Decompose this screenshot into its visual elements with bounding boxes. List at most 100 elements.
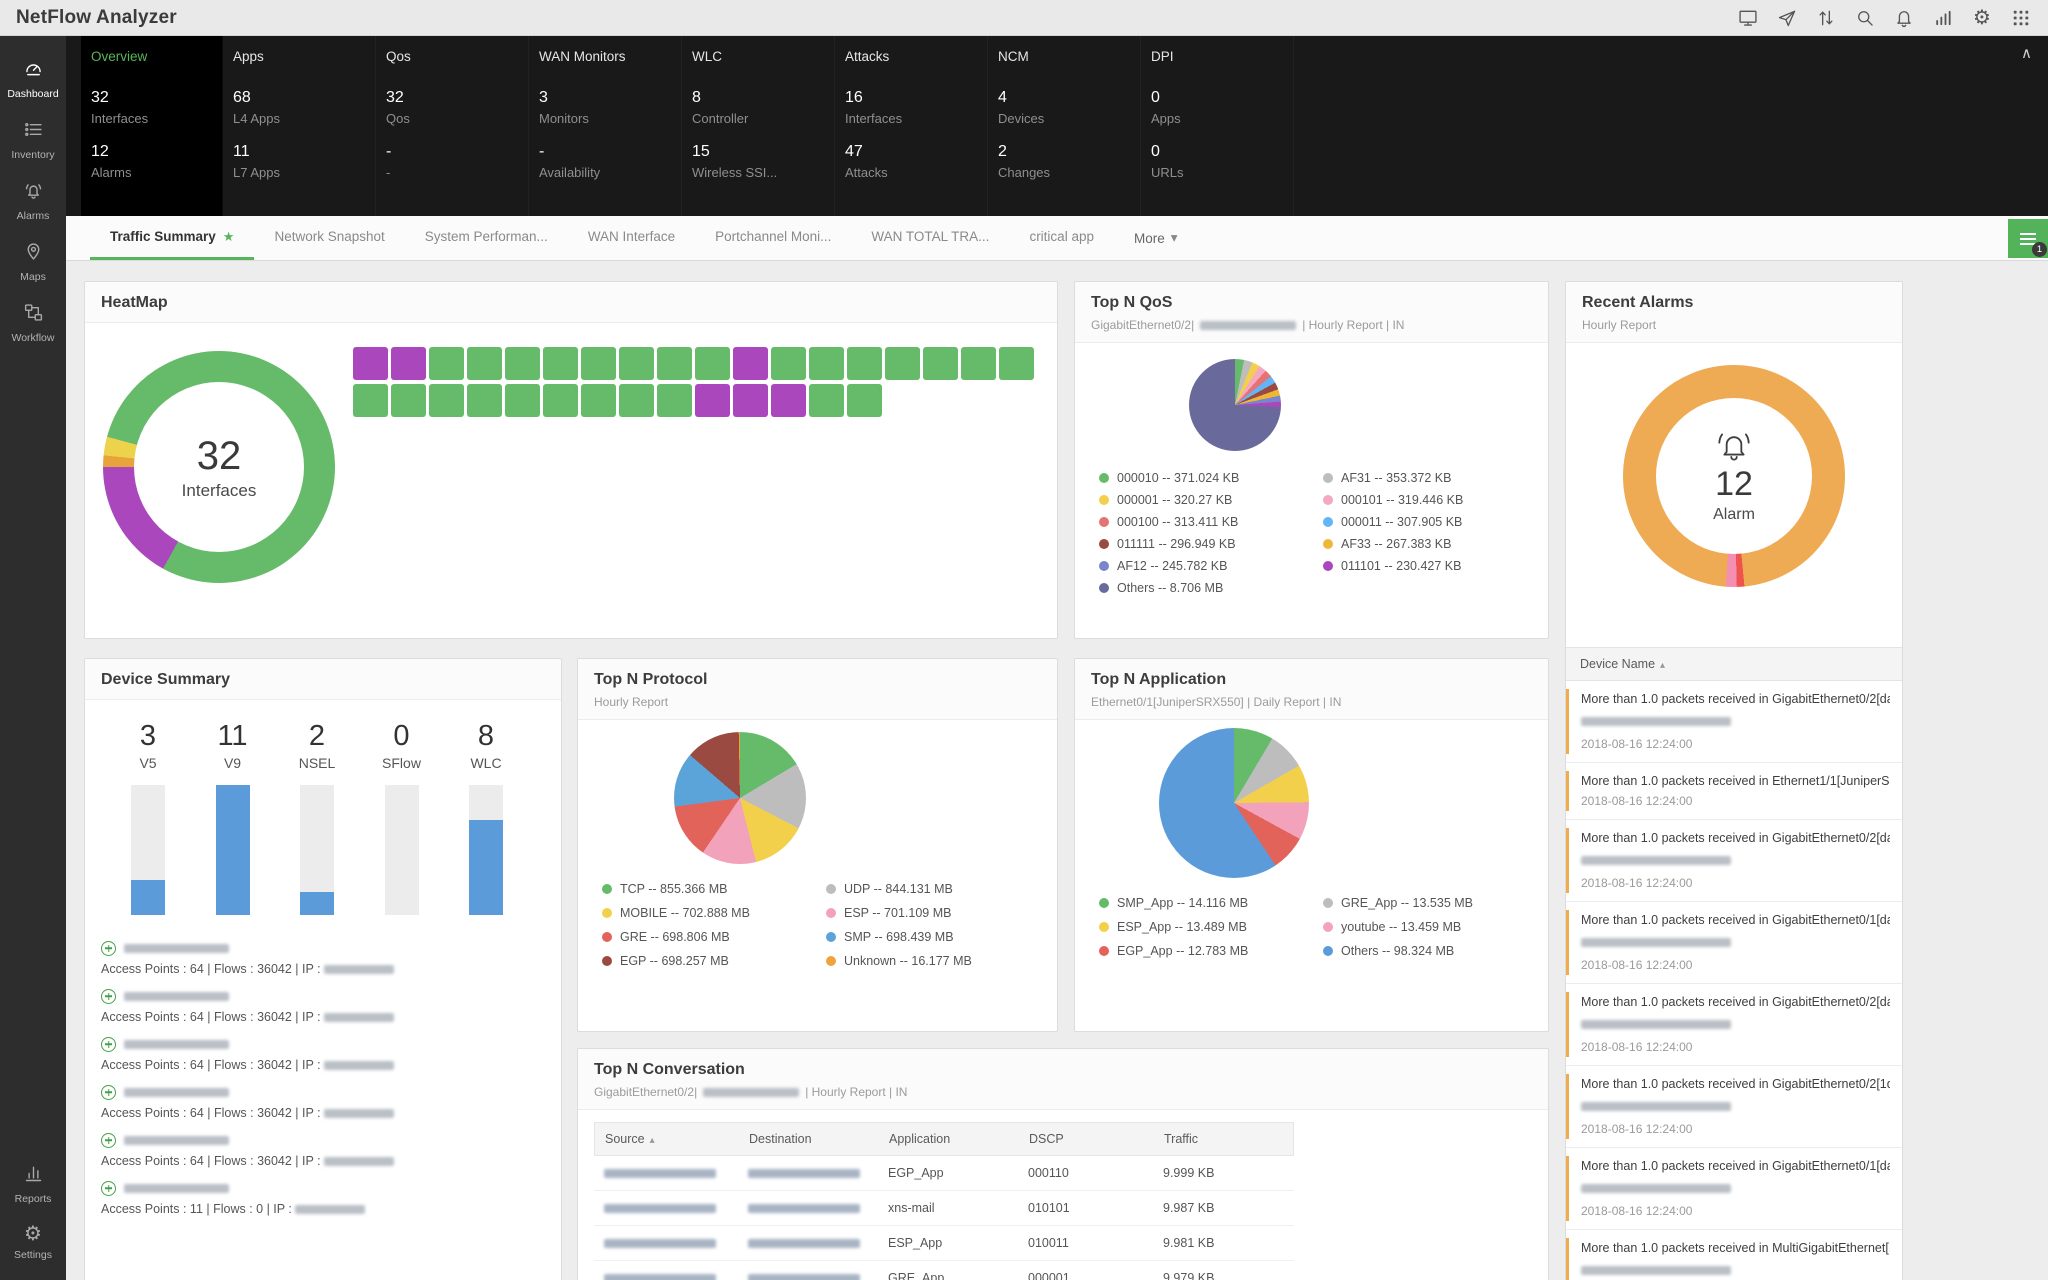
- signal-bars-icon[interactable]: [1932, 7, 1954, 29]
- heatmap-cell[interactable]: [809, 347, 844, 380]
- alarms-donut-chart[interactable]: 12 Alarm: [1623, 365, 1845, 587]
- alarm-list-item[interactable]: More than 1.0 packets received in Gigabi…: [1566, 1066, 1902, 1148]
- sidebar-item-alarms[interactable]: Alarms: [0, 170, 66, 231]
- heatmap-cell[interactable]: [581, 347, 616, 380]
- favorite-star-icon[interactable]: [223, 229, 235, 245]
- heatmap-cell[interactable]: [353, 347, 388, 380]
- heatmap-cell[interactable]: [771, 347, 806, 380]
- alarm-list-item[interactable]: More than 1.0 packets received in MultiG…: [1566, 1230, 1902, 1280]
- expand-plus-icon[interactable]: [101, 1180, 116, 1196]
- alarm-list-item[interactable]: More than 1.0 packets received in Gigabi…: [1566, 902, 1902, 984]
- column-header-application[interactable]: Application: [889, 1132, 1029, 1146]
- heatmap-cell[interactable]: [657, 347, 692, 380]
- heatmap-cell[interactable]: [695, 384, 730, 417]
- sidebar-item-workflow[interactable]: Workflow: [0, 292, 66, 353]
- send-icon[interactable]: [1776, 7, 1798, 29]
- sidebar-item-settings[interactable]: ⚙ Settings: [0, 1214, 66, 1270]
- qos-pie-chart[interactable]: [1189, 359, 1281, 451]
- device-list-item[interactable]: Access Points : 64 | Flows : 36042 | IP …: [101, 987, 545, 1024]
- heatmap-cell[interactable]: [695, 347, 730, 380]
- heatmap-cell[interactable]: [353, 384, 388, 417]
- protocol-pie-chart[interactable]: [674, 732, 806, 864]
- alarm-list-item[interactable]: More than 1.0 packets received in Gigabi…: [1566, 1148, 1902, 1230]
- conversation-row[interactable]: ESP_App 010011 9.981 KB: [594, 1226, 1294, 1261]
- heatmap-cell[interactable]: [505, 384, 540, 417]
- panel-tab-wan-monitors[interactable]: WAN Monitors: [539, 49, 681, 64]
- heatmap-cell[interactable]: [505, 347, 540, 380]
- heatmap-cell[interactable]: [885, 347, 920, 380]
- interfaces-donut-chart[interactable]: 32 Interfaces: [103, 351, 335, 583]
- tab-portchannel-moni[interactable]: Portchannel Moni...: [695, 216, 851, 260]
- present-screen-icon[interactable]: [1737, 7, 1759, 29]
- heatmap-cell[interactable]: [733, 384, 768, 417]
- search-icon[interactable]: [1854, 7, 1876, 29]
- heatmap-cell[interactable]: [619, 347, 654, 380]
- panel-tab-overview[interactable]: Overview: [91, 49, 222, 64]
- tab-critical-app[interactable]: critical app: [1009, 216, 1114, 260]
- heatmap-cell[interactable]: [771, 384, 806, 417]
- sidebar-item-dashboard[interactable]: Dashboard: [0, 48, 66, 109]
- device-list-item[interactable]: Access Points : 64 | Flows : 36042 | IP …: [101, 1131, 545, 1168]
- apps-grid-icon[interactable]: [2010, 7, 2032, 29]
- notifications-icon[interactable]: [1893, 7, 1915, 29]
- application-pie-chart[interactable]: [1159, 728, 1309, 878]
- panel-tab-apps[interactable]: Apps: [233, 49, 375, 64]
- expand-plus-icon[interactable]: [101, 1132, 116, 1148]
- alarm-list-item[interactable]: More than 1.0 packets received in Ethern…: [1566, 763, 1902, 820]
- device-list-item[interactable]: Access Points : 64 | Flows : 36042 | IP …: [101, 1035, 545, 1072]
- tab-system-performan[interactable]: System Performan...: [405, 216, 568, 260]
- heatmap-cell[interactable]: [581, 384, 616, 417]
- column-header-source[interactable]: Source: [605, 1132, 749, 1146]
- heatmap-cell[interactable]: [619, 384, 654, 417]
- heatmap-cell[interactable]: [657, 384, 692, 417]
- more-tabs-button[interactable]: More: [1114, 216, 1198, 260]
- heatmap-cell[interactable]: [467, 347, 502, 380]
- alarm-list-item[interactable]: More than 1.0 packets received in Gigabi…: [1566, 681, 1902, 763]
- views-menu-button[interactable]: 1: [2008, 219, 2048, 258]
- data-transfer-icon[interactable]: [1815, 7, 1837, 29]
- heatmap-cell[interactable]: [733, 347, 768, 380]
- heatmap-cell[interactable]: [429, 347, 464, 380]
- column-header-destination[interactable]: Destination: [749, 1132, 889, 1146]
- heatmap-cell[interactable]: [999, 347, 1034, 380]
- column-header-traffic[interactable]: Traffic: [1164, 1132, 1305, 1146]
- heatmap-cell[interactable]: [961, 347, 996, 380]
- heatmap-cell[interactable]: [543, 347, 578, 380]
- collapse-panel-button[interactable]: [2021, 44, 2032, 62]
- settings-gear-icon[interactable]: ⚙: [1971, 7, 1993, 29]
- column-header-dscp[interactable]: DSCP: [1029, 1132, 1164, 1146]
- heatmap-cell[interactable]: [923, 347, 958, 380]
- sidebar-item-inventory[interactable]: Inventory: [0, 109, 66, 170]
- heatmap-cell[interactable]: [467, 384, 502, 417]
- panel-tab-ncm[interactable]: NCM: [998, 49, 1140, 64]
- panel-tab-dpi[interactable]: DPI: [1151, 49, 1293, 64]
- expand-plus-icon[interactable]: [101, 1084, 116, 1100]
- heatmap-cell[interactable]: [847, 347, 882, 380]
- expand-plus-icon[interactable]: [101, 940, 116, 956]
- heatmap-cell[interactable]: [391, 347, 426, 380]
- sidebar-item-maps[interactable]: Maps: [0, 231, 66, 292]
- device-list-item[interactable]: Access Points : 64 | Flows : 36042 | IP …: [101, 1083, 545, 1120]
- alarm-list-item[interactable]: More than 1.0 packets received in Gigabi…: [1566, 820, 1902, 902]
- tab-traffic-summary[interactable]: Traffic Summary: [90, 216, 255, 260]
- alarm-list-item[interactable]: More than 1.0 packets received in Gigabi…: [1566, 984, 1902, 1066]
- panel-tab-qos[interactable]: Qos: [386, 49, 528, 64]
- panel-tab-wlc[interactable]: WLC: [692, 49, 834, 64]
- heatmap-cell[interactable]: [429, 384, 464, 417]
- heatmap-cell[interactable]: [847, 384, 882, 417]
- tab-wan-total-tra[interactable]: WAN TOTAL TRA...: [851, 216, 1009, 260]
- panel-tab-attacks[interactable]: Attacks: [845, 49, 987, 64]
- expand-plus-icon[interactable]: [101, 1036, 116, 1052]
- tab-wan-interface[interactable]: WAN Interface: [568, 216, 695, 260]
- heatmap-cell[interactable]: [391, 384, 426, 417]
- expand-plus-icon[interactable]: [101, 988, 116, 1004]
- device-list-item[interactable]: Access Points : 64 | Flows : 36042 | IP …: [101, 939, 545, 976]
- alarm-list-header[interactable]: Device Name: [1566, 647, 1902, 681]
- heatmap-cell[interactable]: [809, 384, 844, 417]
- conversation-row[interactable]: EGP_App 000110 9.999 KB: [594, 1156, 1294, 1191]
- conversation-row[interactable]: xns-mail 010101 9.987 KB: [594, 1191, 1294, 1226]
- sidebar-item-reports[interactable]: Reports: [0, 1153, 66, 1214]
- conversation-row[interactable]: GRE_App 000001 9.979 KB: [594, 1261, 1294, 1280]
- tab-network-snapshot[interactable]: Network Snapshot: [254, 216, 404, 260]
- device-list-item[interactable]: Access Points : 11 | Flows : 0 | IP :: [101, 1179, 545, 1216]
